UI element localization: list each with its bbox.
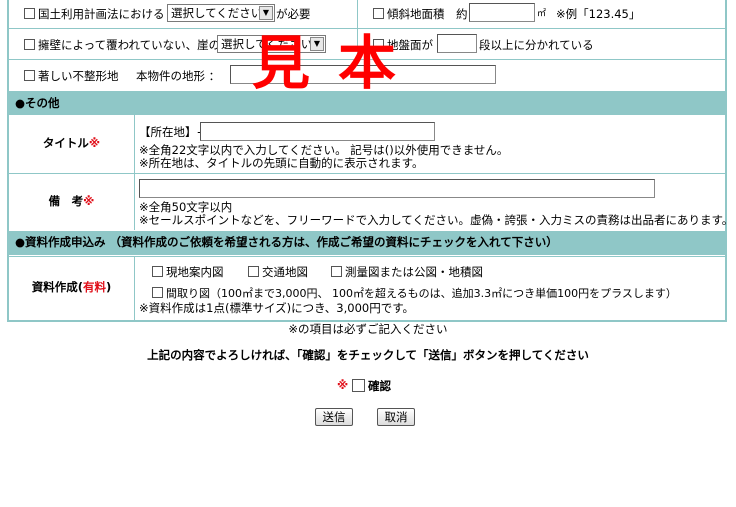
sample-watermark: 見本: [252, 29, 425, 97]
ground-levels-input[interactable]: [437, 34, 477, 53]
slope-area-input[interactable]: [469, 3, 535, 22]
title-label: タイトル※: [42, 136, 101, 150]
doc-local-map-checkbox[interactable]: [152, 266, 163, 277]
doc-survey-map-label: 測量図または公図・地積図: [345, 265, 483, 279]
row-divider: [7, 173, 727, 174]
required-note: ※の項目は必ずご記入ください: [288, 322, 448, 336]
confirm-required-mark: ※: [337, 378, 349, 392]
submit-instruction: 上記の内容でよろしければ、「確認」をチェックして「送信」ボタンを押してください: [147, 348, 589, 362]
title-note-2: ※所在地は、タイトルの先頭に自動的に表示されます。: [139, 156, 424, 170]
slope-unit: ㎡: [537, 9, 547, 19]
title-prefix: 【所在地】+: [139, 125, 207, 139]
docs-label: 資料作成(有料): [31, 280, 112, 294]
section-docs-header: ●資料作成申込み （資料作成のご依頼を希望される方は、作成ご希望の資料にチェック…: [9, 231, 725, 255]
docs-note: ※資料作成は1点(標準サイズ)につき、3,000円です。: [139, 301, 415, 315]
irregular-shape-label: 著しい不整形地: [38, 69, 119, 83]
doc-floor-plan-label: 間取り図（100㎡まで3,000円、 100㎡を超えるものは、追加3.3㎡につき…: [166, 287, 677, 300]
confirm-checkbox[interactable]: [352, 379, 365, 392]
doc-floor-plan-checkbox[interactable]: [152, 287, 163, 298]
doc-local-map-label: 現地案内図: [166, 265, 224, 279]
shape-label: 本物件の地形 ：: [136, 69, 221, 83]
land-law-select[interactable]: 選択してください ▼: [167, 4, 275, 22]
land-law-label: 国土利用計画法における: [38, 7, 165, 21]
row-divider: [7, 256, 727, 257]
cancel-button[interactable]: 取消: [377, 408, 415, 426]
doc-survey-map-checkbox[interactable]: [331, 266, 342, 277]
doc-traffic-map-label: 交通地図: [262, 265, 308, 279]
retaining-wall-checkbox[interactable]: [24, 39, 35, 50]
land-law-checkbox[interactable]: [24, 8, 35, 19]
slope-label: 傾斜地面積 約: [387, 7, 468, 21]
slope-checkbox[interactable]: [373, 8, 384, 19]
slope-example: ※例「123.45」: [556, 7, 641, 21]
remarks-note-2: ※セールスポイントなどを、フリーワードで入力してください。虚偽・誇張・入力ミスの…: [139, 213, 734, 227]
irregular-shape-checkbox[interactable]: [24, 70, 35, 81]
doc-traffic-map-checkbox[interactable]: [248, 266, 259, 277]
ground-level-suffix: 段以上に分かれている: [479, 38, 594, 52]
col-divider: [134, 256, 135, 320]
confirm-label: 確認: [368, 379, 391, 393]
remarks-input[interactable]: [139, 179, 655, 198]
remarks-label: 備 考※: [48, 194, 95, 208]
retaining-wall-label: 擁壁によって覆われていない、崖の: [38, 38, 221, 52]
chevron-down-icon: ▼: [259, 6, 273, 20]
col-divider: [134, 115, 135, 230]
title-input[interactable]: [200, 122, 435, 141]
submit-button[interactable]: 送信: [315, 408, 353, 426]
land-law-suffix: が必要: [276, 7, 311, 21]
